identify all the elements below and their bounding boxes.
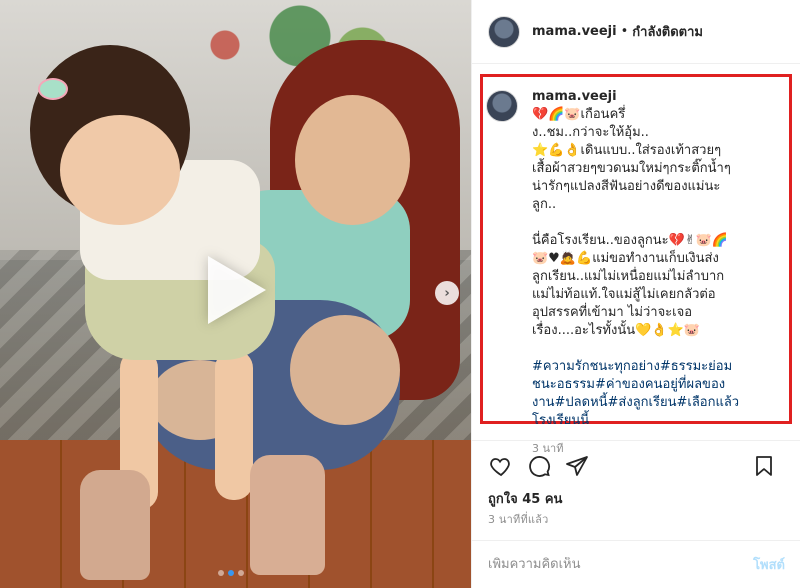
post-video[interactable]: ›: [0, 0, 471, 588]
action-bar: [472, 440, 800, 490]
hashtag-link[interactable]: #ความรักชนะทุกอย่าง#ธรรมะย่อม: [532, 358, 772, 376]
caption-line: ⭐💪👌เดินแบบ..ใส่รองเท้าสวยๆ: [532, 143, 722, 158]
post-header: mama.veeji • กำลังติดตาม: [472, 0, 800, 64]
girl-boot: [80, 470, 150, 580]
caption-line: น่ารักๆแปลงสีฟันอย่างดีของแม่นะ: [532, 179, 721, 194]
header-username[interactable]: mama.veeji: [532, 24, 617, 39]
caption-line: เสื้อผ้าสวยๆขวดนมใหม่ๆกระติ๊กน้ำๆ: [532, 161, 731, 176]
heart-icon[interactable]: [486, 451, 516, 481]
caption-line: นี่คือโรงเรียน..ของลูกนะ💔✌🐷🌈: [532, 233, 729, 248]
caption-line: อุปสรรคที่เข้ามา ไม่ว่าจะเจอ: [532, 305, 693, 320]
carousel-dot: [238, 570, 244, 576]
caption-line: 🐷♥🙇💪แม่ขอทำงานเก็บเงินส่ง: [532, 251, 719, 266]
woman-face: [295, 95, 410, 225]
play-icon[interactable]: [208, 256, 266, 324]
caption-line: ลูกเรียน..แม่ไม่เหนื่อยแม่ไม่ลำบาก: [532, 269, 725, 284]
hair-clip: [38, 78, 68, 100]
bookmark-icon[interactable]: [749, 451, 779, 481]
following-button[interactable]: กำลังติดตาม: [632, 21, 703, 42]
caption-username[interactable]: mama.veeji: [532, 88, 772, 106]
caption-line: 💔🌈🐷เกือนครึ่: [532, 107, 626, 122]
woman-knee: [290, 315, 400, 425]
share-icon[interactable]: [562, 451, 592, 481]
carousel-dot-active: [228, 570, 234, 576]
hashtag-link[interactable]: ชนะอธรรม#ค่าของคนอยู่ที่ผลของ: [532, 376, 772, 394]
likes-count[interactable]: ถูกใจ 45 คน: [488, 488, 562, 509]
post-panel: mama.veeji • กำลังติดตาม mama.veeji 💔🌈🐷เ…: [471, 0, 800, 588]
hashtag-link[interactable]: งาน#ปลดหนี้#ส่งลูกเรียน#เลือกแล้ว: [532, 394, 772, 412]
next-glyph: ›: [444, 285, 450, 301]
caption-line: เรื่อง....อะไรทั้งนั้น💛👌⭐🐷: [532, 323, 700, 338]
comment-input[interactable]: [488, 557, 754, 572]
caption-avatar[interactable]: [486, 90, 518, 122]
header-separator: •: [620, 24, 629, 39]
caption-line: ลูก..: [532, 197, 557, 212]
chevron-right-icon[interactable]: ›: [435, 281, 459, 305]
girl-leg: [215, 350, 253, 500]
comment-icon[interactable]: [524, 451, 554, 481]
caption-line: แม่ไม่ท้อแท้.ใจแม่สู้ไม่เคยกลัวต่อ: [532, 287, 716, 302]
girl-face: [60, 115, 180, 225]
carousel-dots: [218, 570, 244, 576]
post-timestamp[interactable]: 3 นาทีที่แล้ว: [488, 510, 549, 528]
post-comment-button[interactable]: โพสต์: [753, 554, 785, 575]
caption-line: ง..ชม..กว่าจะให้อุ้ม..: [532, 125, 649, 140]
carousel-dot: [218, 570, 224, 576]
hashtag-link[interactable]: โรงเรียนนี้: [532, 412, 772, 430]
comment-bar: โพสต์: [472, 540, 800, 588]
avatar[interactable]: [488, 15, 520, 48]
caption: mama.veeji 💔🌈🐷เกือนครึ่ ง..ชม..กว่าจะให้…: [486, 88, 786, 458]
girl-boot: [250, 455, 325, 575]
